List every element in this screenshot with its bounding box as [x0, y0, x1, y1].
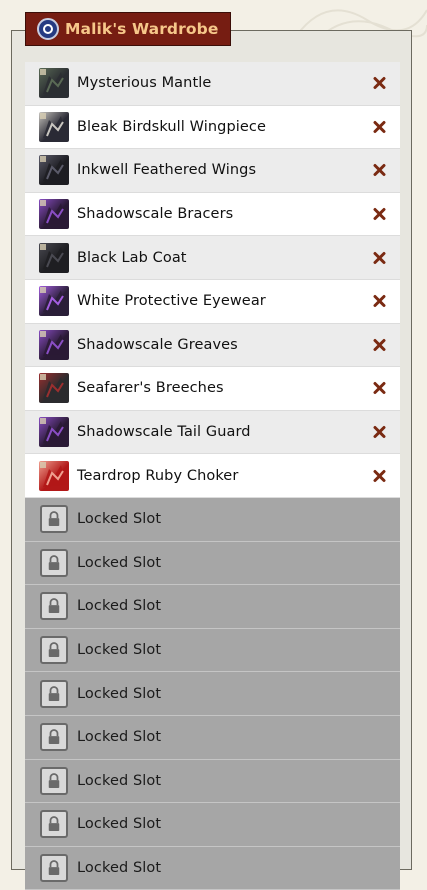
wardrobe-item-row[interactable]: White Protective Eyewear	[25, 279, 400, 324]
item-name: Inkwell Feathered Wings	[77, 162, 257, 179]
item-name: Bleak Birdskull Wingpiece	[77, 118, 267, 135]
locked-slot-row: Locked Slot	[25, 759, 400, 804]
remove-x-icon[interactable]	[373, 77, 386, 90]
padlock-icon	[40, 766, 68, 795]
wardrobe-item-row[interactable]: Mysterious Mantle	[25, 62, 400, 106]
padlock-icon	[40, 548, 68, 577]
remove-x-icon[interactable]	[373, 208, 386, 221]
item-name: Seafarer's Breeches	[77, 380, 224, 397]
wardrobe-item-row[interactable]: Shadowscale Tail Guard	[25, 410, 400, 455]
breeches-icon	[39, 373, 69, 404]
padlock-icon	[40, 636, 68, 665]
greaves-icon	[39, 329, 69, 360]
locked-slot-label: Locked Slot	[77, 772, 162, 789]
locked-slot-row: Locked Slot	[25, 497, 400, 542]
eyewear-icon	[39, 286, 69, 317]
padlock-icon	[40, 853, 68, 882]
wardrobe-item-list: Mysterious Mantle Bleak Birdskull Wingpie…	[25, 62, 400, 890]
remove-x-icon[interactable]	[373, 338, 386, 351]
locked-slot-label: Locked Slot	[77, 554, 162, 571]
item-name: Teardrop Ruby Choker	[77, 467, 239, 484]
wardrobe-item-row[interactable]: Shadowscale Bracers	[25, 192, 400, 237]
remove-x-icon[interactable]	[373, 426, 386, 439]
locked-slot-row: Locked Slot	[25, 585, 400, 629]
wardrobe-header: Malik's Wardrobe	[25, 12, 231, 46]
locked-slot-label: Locked Slot	[77, 816, 162, 833]
locked-slot-label: Locked Slot	[77, 729, 162, 746]
locked-slot-row: Locked Slot	[25, 672, 400, 716]
item-name: Black Lab Coat	[77, 249, 187, 266]
bracers-icon	[39, 199, 69, 230]
tail-guard-icon	[39, 417, 69, 448]
padlock-icon	[40, 592, 68, 621]
locked-slot-label: Locked Slot	[77, 598, 162, 615]
wardrobe-item-row[interactable]: Shadowscale Greaves	[25, 323, 400, 368]
remove-x-icon[interactable]	[373, 120, 386, 133]
locked-slot-label: Locked Slot	[77, 685, 162, 702]
item-name: Shadowscale Greaves	[77, 336, 238, 353]
locked-slot-label: Locked Slot	[77, 642, 162, 659]
feathered-wings-icon	[39, 155, 69, 186]
item-name: Shadowscale Tail Guard	[77, 424, 251, 441]
padlock-icon	[40, 810, 68, 839]
padlock-icon	[40, 505, 68, 534]
mantle-icon	[39, 68, 69, 99]
birdskull-wing-icon	[39, 111, 69, 142]
wardrobe-item-row[interactable]: Seafarer's Breeches	[25, 367, 400, 411]
wardrobe-title: Malik's Wardrobe	[65, 20, 219, 38]
wardrobe-item-row[interactable]: Bleak Birdskull Wingpiece	[25, 105, 400, 150]
remove-x-icon[interactable]	[373, 251, 386, 264]
locked-slot-label: Locked Slot	[77, 511, 162, 528]
item-name: Mysterious Mantle	[77, 75, 212, 92]
locked-slot-row: Locked Slot	[25, 628, 400, 673]
remove-x-icon[interactable]	[373, 164, 386, 177]
eye-orb-icon	[37, 18, 59, 40]
remove-x-icon[interactable]	[373, 469, 386, 482]
locked-slot-row: Locked Slot	[25, 715, 400, 760]
wardrobe-item-row[interactable]: Teardrop Ruby Choker	[25, 454, 400, 498]
lab-coat-icon	[39, 242, 69, 273]
ruby-choker-icon	[39, 460, 69, 491]
locked-slot-row: Locked Slot	[25, 803, 400, 847]
wardrobe-item-row[interactable]: Black Lab Coat	[25, 236, 400, 280]
locked-slot-row: Locked Slot	[25, 846, 400, 890]
item-name: Shadowscale Bracers	[77, 206, 234, 223]
locked-slot-label: Locked Slot	[77, 859, 162, 876]
padlock-icon	[40, 723, 68, 752]
wardrobe-item-row[interactable]: Inkwell Feathered Wings	[25, 149, 400, 193]
item-name: White Protective Eyewear	[77, 293, 266, 310]
locked-slot-row: Locked Slot	[25, 541, 400, 586]
remove-x-icon[interactable]	[373, 295, 386, 308]
padlock-icon	[40, 679, 68, 708]
remove-x-icon[interactable]	[373, 382, 386, 395]
